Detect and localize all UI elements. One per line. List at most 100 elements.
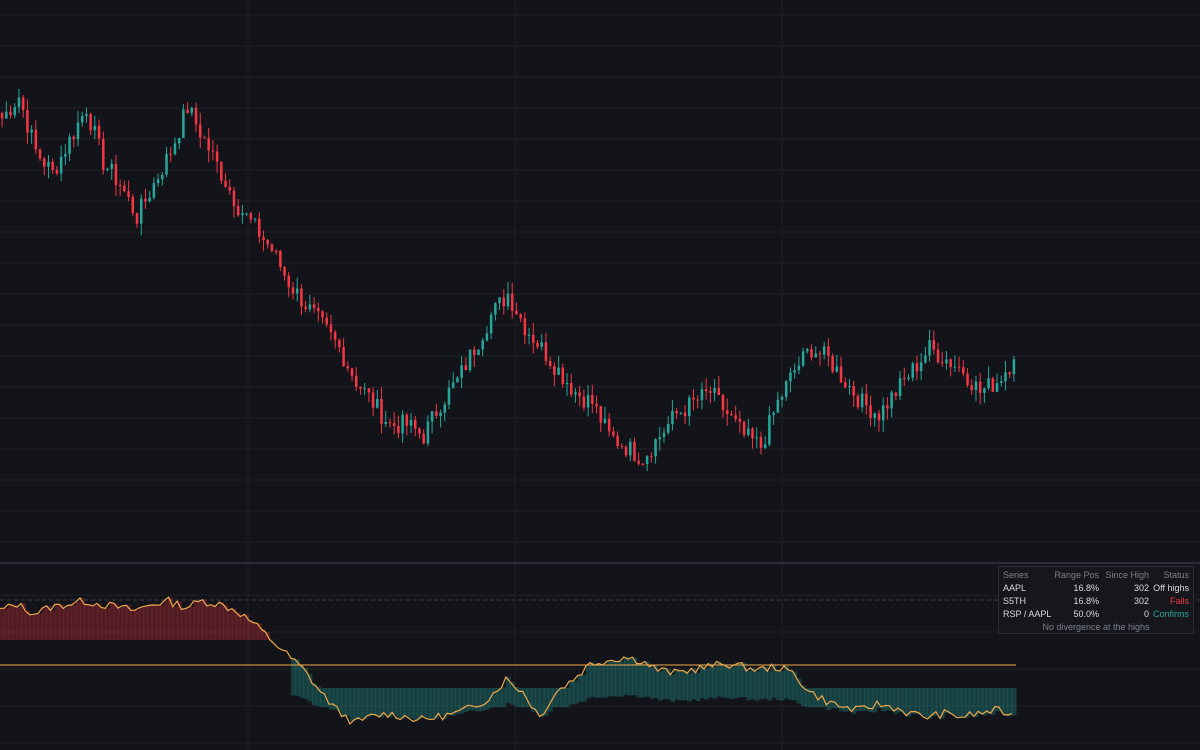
candle-body [279,250,282,268]
candle-body [780,396,784,400]
osc-fill-bar [0,608,5,640]
candle-body [443,404,447,413]
osc-fill-bar [535,688,541,713]
candle-body [962,367,965,374]
osc-fill-bar [345,688,351,717]
osc-fill-bar [927,688,933,719]
candle-body [346,366,350,369]
candle-body [569,383,573,395]
candle-body [607,418,611,432]
candle-body [127,191,130,197]
candle-body [186,109,189,113]
candle-body [435,411,438,416]
candle-body [489,314,493,334]
candle-body [283,267,286,276]
stats-since-high: 0 [1143,609,1149,619]
osc-fill-bar [92,605,98,640]
candle-body [877,413,881,421]
candle-body [308,304,312,310]
candle-body [974,381,978,391]
osc-fill-bar [134,610,140,640]
candle-body [173,143,177,155]
osc-fill-bar [425,688,431,719]
osc-fill-bar [37,613,43,640]
osc-fill-bar [42,608,47,640]
candle-body [515,310,518,315]
osc-fill-bar [413,688,418,721]
stats-status: Fails [1169,596,1189,606]
stats-since-high: 302 [1133,596,1149,606]
candle-body [953,366,957,368]
osc-fill-bar [961,688,966,718]
candle-body [106,168,109,170]
osc-fill-bar [438,688,444,716]
candle-body [451,382,455,388]
candle-body [502,297,506,307]
osc-fill-bar [754,671,760,701]
candle-body [654,439,657,457]
candle-body [333,332,337,340]
osc-fill-bar [564,687,570,708]
osc-fill-bar [704,669,709,700]
osc-fill-bar [843,688,848,712]
candle-body [317,308,320,312]
candle-body [392,423,396,427]
candle-body [548,361,552,367]
osc-fill-bar [720,663,726,698]
osc-fill-bar [666,668,671,700]
candle-body [494,303,497,315]
candle-body [873,413,877,418]
stats-note: No divergence at the highs [1042,622,1150,632]
osc-fill-bar [649,666,654,699]
candle-body [738,418,742,422]
stats-header-row: Series Range Pos Since High Status [1003,569,1189,582]
osc-fill-bar [830,688,836,708]
candle-body [266,240,269,245]
osc-fill-bar [252,622,258,640]
osc-fill-bar [71,605,77,640]
osc-fill-bar [885,688,891,711]
chart-canvas[interactable] [0,0,1200,750]
candle-body [34,129,38,150]
candle-body [422,433,425,444]
candle-body [456,377,459,383]
osc-fill-bar [598,663,604,698]
osc-fill-bar [328,688,334,710]
osc-fill-bar [948,688,954,715]
candle-body [801,351,805,366]
stats-series: AAPL [1003,583,1027,593]
candle-body [342,347,345,367]
osc-fill-bar [113,603,119,640]
candle-body [620,445,624,447]
candle-body [721,395,725,411]
candle-body [506,293,510,307]
osc-fill-bar [21,603,26,640]
osc-fill-bar [248,620,254,640]
candle-body [978,381,982,393]
candle-body [211,150,215,152]
osc-fill-bar [467,688,473,711]
candle-body [772,412,775,416]
candle-body [93,125,97,131]
candle-body [245,213,248,215]
osc-fill-bar [290,658,296,696]
candle-body [776,399,780,413]
candle-body [110,163,113,169]
candle-body [498,297,501,304]
candle-body [666,424,670,433]
candle-body [827,346,830,356]
osc-fill-bar [4,608,9,640]
candle-body [856,395,860,408]
candle-body [995,382,999,392]
osc-fill-bar [446,688,452,716]
candle-body [207,138,210,151]
candle-body [177,137,181,144]
osc-fill-bar [67,605,73,640]
osc-fill-bar [240,616,246,640]
osc-fill-bar [501,687,507,707]
osc-fill-bar [189,606,195,640]
osc-fill-bar [118,608,123,640]
candle-body [413,419,417,429]
osc-fill-bar [569,681,574,705]
candle-body [641,463,645,465]
